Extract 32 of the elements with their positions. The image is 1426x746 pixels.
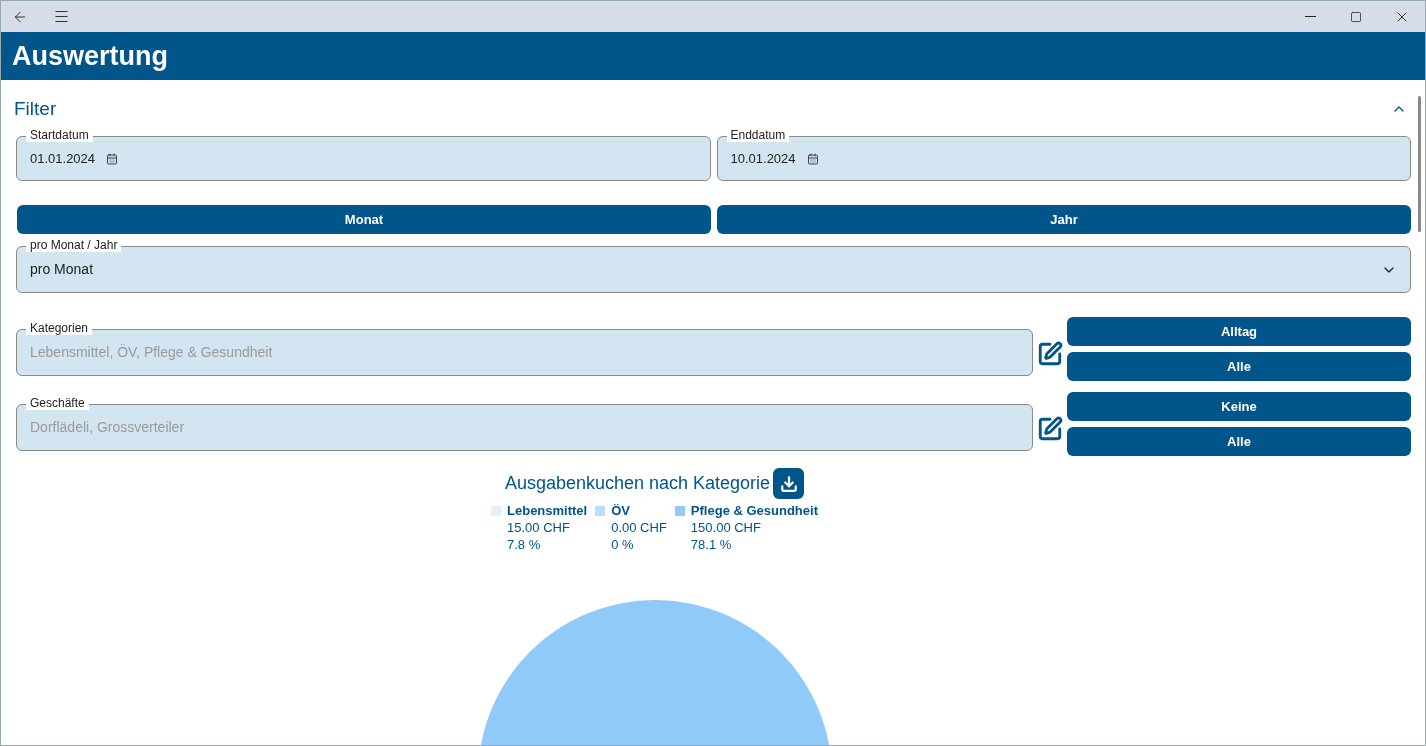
legend-percent: 7.8 % [507, 536, 542, 553]
period-button[interactable]: Jahr [717, 205, 1411, 234]
field-label: Geschäfte [26, 395, 89, 410]
selection-button[interactable]: Keine [1067, 392, 1411, 421]
page-title: Auswertung [12, 39, 168, 73]
legend-amount: 15.00 CHF [507, 519, 571, 536]
maximize-icon [1350, 10, 1362, 23]
selection-button[interactable]: Alltag [1067, 317, 1411, 346]
legend-label: Pflege & Gesundheit [690, 502, 818, 519]
legend-label: Lebensmittel [507, 502, 588, 519]
selection-button[interactable]: Alle [1067, 427, 1411, 456]
calendar-icon [806, 152, 819, 165]
edit-icon [1037, 341, 1063, 367]
legend-percent: 78.1 % [690, 536, 733, 553]
selection-button[interactable]: Alle [1067, 352, 1411, 381]
minimize-icon [1304, 16, 1316, 17]
section-title: Filter [14, 96, 57, 121]
period-button[interactable]: Monat [17, 205, 711, 234]
field-label: Enddatum [726, 128, 790, 142]
legend-amount: 150.00 CHF [690, 519, 762, 536]
chart-title: Ausgabenkuchen nach Kategorie [504, 472, 771, 495]
legend-percent: 0 % [611, 536, 635, 553]
edit-icon [1037, 416, 1063, 442]
calendar-icon [106, 152, 119, 165]
field-label: pro Monat / Jahr [26, 238, 122, 252]
download-icon [779, 474, 798, 493]
field-label: Startdatum [26, 128, 93, 142]
legend-label: ÖV [611, 502, 631, 519]
legend-amount: 0.00 CHF [611, 519, 667, 536]
menu-icon [52, 8, 70, 25]
field-label: Kategorien [26, 320, 93, 335]
download-button[interactable] [773, 468, 805, 499]
